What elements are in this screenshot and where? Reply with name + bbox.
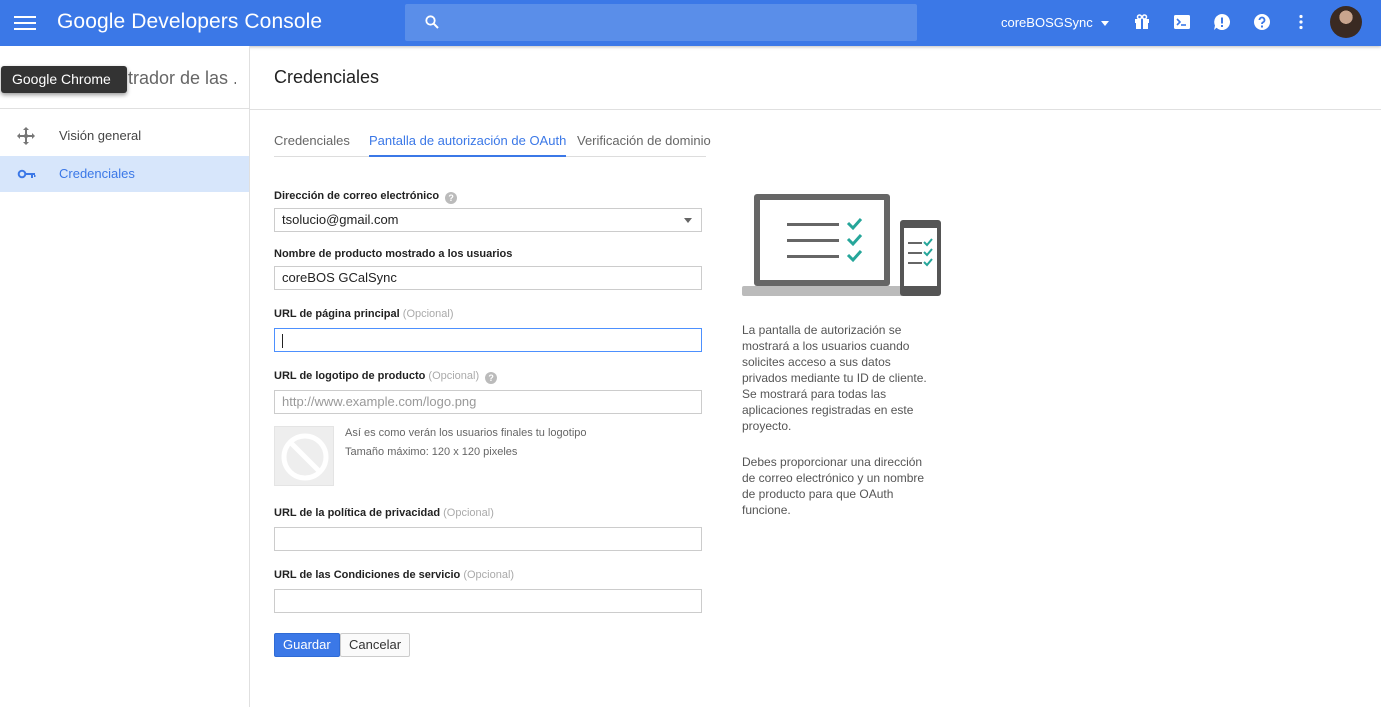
- homepage-url-field[interactable]: [274, 328, 702, 352]
- email-select[interactable]: tsolucio@gmail.com: [274, 208, 702, 232]
- email-value: tsolucio@gmail.com: [282, 212, 399, 227]
- gift-icon[interactable]: [1133, 13, 1151, 31]
- info-paragraph-required: Debes proporcionar una dirección de corr…: [742, 455, 925, 517]
- info-paragraph: La pantalla de autorización se mostrará …: [742, 323, 927, 433]
- logo-url-field[interactable]: http://www.example.com/logo.png: [274, 390, 702, 414]
- consent-screen-illustration: [742, 194, 941, 296]
- search-icon: [425, 15, 439, 29]
- cancel-button[interactable]: Cancelar: [340, 633, 411, 657]
- text-cursor: [282, 333, 283, 348]
- email-label: Dirección de correo electrónico?: [274, 190, 458, 204]
- optional-tag: (Opcional): [463, 569, 515, 581]
- sidebar-item-overview[interactable]: Visión general: [0, 118, 249, 154]
- privacy-label-text: URL de la política de privacidad: [274, 507, 441, 519]
- divider: [250, 109, 1381, 110]
- privacy-label: URL de la política de privacidad (Opcion…: [274, 507, 494, 519]
- tab-domain-verification[interactable]: Verificación de dominio: [577, 133, 711, 157]
- logo-size-hint: Tamaño máximo: 120 x 120 pixeles: [345, 446, 518, 458]
- tooltip: Google Chrome: [1, 66, 127, 93]
- search-input[interactable]: [449, 4, 909, 41]
- sidebar-header: trador de las . Google Chrome: [0, 46, 249, 109]
- product-name-value: coreBOS GCalSync: [282, 270, 397, 285]
- product-name-field[interactable]: coreBOS GCalSync: [274, 266, 702, 290]
- app-title[interactable]: Google Developers Console: [57, 10, 322, 34]
- chevron-down-icon: [684, 218, 692, 223]
- more-vert-icon[interactable]: [1292, 13, 1310, 31]
- optional-tag: (Opcional): [402, 308, 454, 320]
- help-icon[interactable]: ?: [485, 372, 498, 384]
- homepage-label-text: URL de página principal: [274, 308, 400, 320]
- product-name-label: Nombre de producto mostrado a los usuari…: [274, 248, 513, 260]
- avatar[interactable]: [1330, 6, 1362, 38]
- no-image-icon: [281, 433, 329, 481]
- optional-tag: (Opcional): [443, 507, 494, 519]
- search-box[interactable]: [405, 4, 917, 41]
- email-label-text: Dirección de correo electrónico: [274, 190, 440, 202]
- key-icon: [17, 169, 36, 179]
- tab-credentials[interactable]: Credenciales: [274, 133, 350, 157]
- project-selector[interactable]: coreBOSGSync: [1001, 15, 1109, 30]
- privacy-url-field[interactable]: [274, 527, 702, 551]
- terms-url-field[interactable]: [274, 589, 702, 613]
- tab-oauth-consent[interactable]: Pantalla de autorización de OAuth: [369, 133, 567, 157]
- help-icon[interactable]: ?: [445, 192, 458, 204]
- terms-label-text: URL de las Condiciones de servicio: [274, 569, 461, 581]
- page-title: Credenciales: [274, 67, 380, 87]
- sidebar-item-credentials[interactable]: Credenciales: [0, 156, 249, 192]
- homepage-label: URL de página principal (Opcional): [274, 308, 454, 320]
- sidebar-item-label: Credenciales: [59, 166, 135, 181]
- logo-label-text: URL de logotipo de producto: [274, 370, 426, 382]
- terms-label: URL de las Condiciones de servicio (Opci…: [274, 569, 514, 581]
- project-name: coreBOSGSync: [1001, 15, 1093, 30]
- logo-label: URL de logotipo de producto (Opcional)?: [274, 370, 498, 384]
- logo-hint: Así es como verán los usuarios finales t…: [345, 427, 587, 439]
- sidebar-title: trador de las .: [128, 68, 236, 88]
- logo-preview: [274, 426, 334, 486]
- terminal-icon[interactable]: [1173, 13, 1191, 31]
- logo-url-placeholder: http://www.example.com/logo.png: [282, 394, 477, 409]
- menu-icon[interactable]: [14, 13, 36, 33]
- help-icon[interactable]: [1253, 13, 1271, 31]
- sidebar-item-label: Visión general: [59, 128, 142, 143]
- sidebar: trador de las . Google Chrome Visión gen…: [0, 46, 250, 707]
- feedback-icon[interactable]: [1213, 13, 1231, 31]
- optional-tag: (Opcional): [428, 370, 480, 382]
- save-button[interactable]: Guardar: [274, 633, 340, 657]
- chevron-down-icon: [1100, 21, 1109, 27]
- overview-icon: [17, 127, 35, 145]
- top-app-bar: Google Developers Console coreBOSGSync: [0, 0, 1381, 46]
- tab-bar: Credenciales Pantalla de autorización de…: [274, 133, 711, 157]
